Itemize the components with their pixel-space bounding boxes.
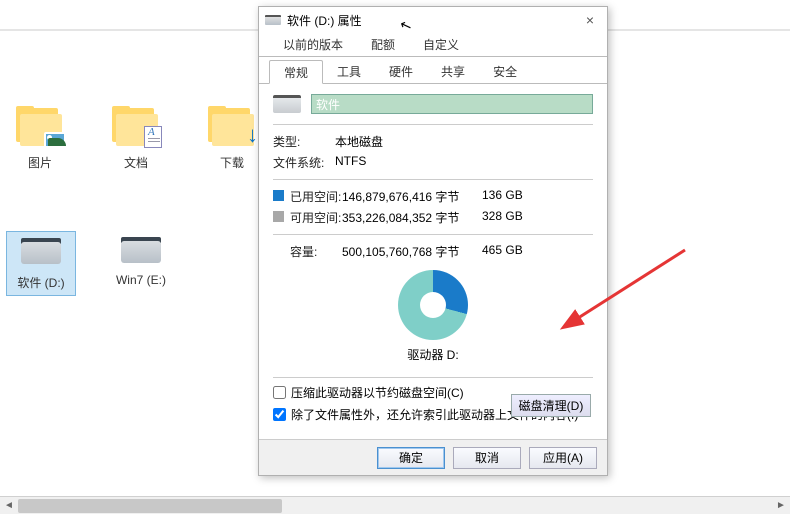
filesystem-label: 文件系统: bbox=[273, 154, 335, 171]
used-label: 已用空间: bbox=[290, 188, 342, 205]
folder-icon bbox=[16, 106, 64, 146]
folder-downloads[interactable]: 下载 bbox=[202, 106, 262, 171]
drive-icon bbox=[117, 235, 165, 267]
scroll-thumb[interactable] bbox=[18, 499, 282, 513]
pie-drive-label: 驱动器 D: bbox=[273, 346, 593, 363]
close-button[interactable]: × bbox=[579, 12, 601, 28]
compress-label: 压缩此驱动器以节约磁盘空间(C) bbox=[291, 384, 464, 401]
folder-pictures[interactable]: 图片 bbox=[10, 106, 70, 171]
ok-button[interactable]: 确定 bbox=[377, 447, 445, 469]
tab-previous-versions[interactable]: 以前的版本 bbox=[269, 33, 357, 56]
type-value: 本地磁盘 bbox=[335, 133, 475, 150]
tab-security[interactable]: 安全 bbox=[479, 60, 531, 83]
used-gb: 136 GB bbox=[482, 188, 523, 205]
drive-icon bbox=[17, 236, 65, 268]
capacity-label: 容量: bbox=[290, 243, 342, 260]
folder-label: 文档 bbox=[106, 154, 166, 171]
type-label: 类型: bbox=[273, 133, 335, 150]
capacity-gb: 465 GB bbox=[482, 243, 523, 260]
apply-button[interactable]: 应用(A) bbox=[529, 447, 597, 469]
dialog-title: 软件 (D:) 属性 bbox=[287, 12, 579, 29]
cancel-button[interactable]: 取消 bbox=[453, 447, 521, 469]
folder-icon bbox=[208, 106, 256, 146]
index-checkbox[interactable] bbox=[273, 408, 286, 421]
free-swatch-icon bbox=[273, 211, 284, 222]
folder-icon bbox=[112, 106, 160, 146]
tab-customize[interactable]: 自定义 bbox=[409, 33, 473, 56]
document-overlay-icon bbox=[144, 126, 162, 148]
dialog-body: 类型: 本地磁盘 文件系统: NTFS 已用空间: 146,879,676,41… bbox=[259, 84, 607, 464]
tab-row-upper: 以前的版本 配额 自定义 bbox=[259, 33, 607, 57]
disk-cleanup-button[interactable]: 磁盘清理(D) bbox=[511, 394, 591, 417]
folder-label: 下载 bbox=[202, 154, 262, 171]
drive-e[interactable]: Win7 (E:) bbox=[106, 231, 176, 296]
usage-pie-chart bbox=[398, 270, 468, 340]
drive-d[interactable]: 软件 (D:) bbox=[6, 231, 76, 296]
drive-icon bbox=[273, 95, 301, 113]
tab-quota[interactable]: 配额 bbox=[357, 33, 409, 56]
drive-label: Win7 (E:) bbox=[110, 273, 172, 287]
drive-label: 软件 (D:) bbox=[11, 274, 71, 291]
folder-row: 图片 文档 下载 bbox=[10, 106, 262, 171]
free-gb: 328 GB bbox=[482, 209, 523, 226]
drive-row: 软件 (D:) Win7 (E:) bbox=[6, 231, 176, 296]
used-bytes: 146,879,676,416 字节 bbox=[342, 188, 482, 205]
folder-label: 图片 bbox=[10, 154, 70, 171]
folder-documents[interactable]: 文档 bbox=[106, 106, 166, 171]
picture-overlay-icon bbox=[44, 132, 66, 148]
free-bytes: 353,226,084,352 字节 bbox=[342, 209, 482, 226]
tab-tools[interactable]: 工具 bbox=[323, 60, 375, 83]
tab-general[interactable]: 常规 bbox=[269, 60, 323, 84]
tab-sharing[interactable]: 共享 bbox=[427, 60, 479, 83]
drive-icon bbox=[265, 15, 281, 25]
properties-dialog: 软件 (D:) 属性 × 以前的版本 配额 自定义 常规 工具 硬件 共享 安全… bbox=[258, 6, 608, 476]
free-label: 可用空间: bbox=[290, 209, 342, 226]
compress-checkbox[interactable] bbox=[273, 386, 286, 399]
dialog-titlebar[interactable]: 软件 (D:) 属性 × bbox=[259, 7, 607, 33]
horizontal-scrollbar[interactable]: ◄ ► bbox=[0, 496, 790, 514]
dialog-footer: 确定 取消 应用(A) bbox=[259, 439, 607, 475]
drive-name-input[interactable] bbox=[311, 94, 593, 114]
used-swatch-icon bbox=[273, 190, 284, 201]
download-overlay-icon bbox=[234, 124, 258, 148]
tab-hardware[interactable]: 硬件 bbox=[375, 60, 427, 83]
scroll-right-arrow[interactable]: ► bbox=[772, 497, 790, 515]
filesystem-value: NTFS bbox=[335, 154, 475, 171]
capacity-bytes: 500,105,760,768 字节 bbox=[342, 243, 482, 260]
scroll-left-arrow[interactable]: ◄ bbox=[0, 497, 18, 515]
tab-row-lower: 常规 工具 硬件 共享 安全 bbox=[259, 60, 607, 84]
